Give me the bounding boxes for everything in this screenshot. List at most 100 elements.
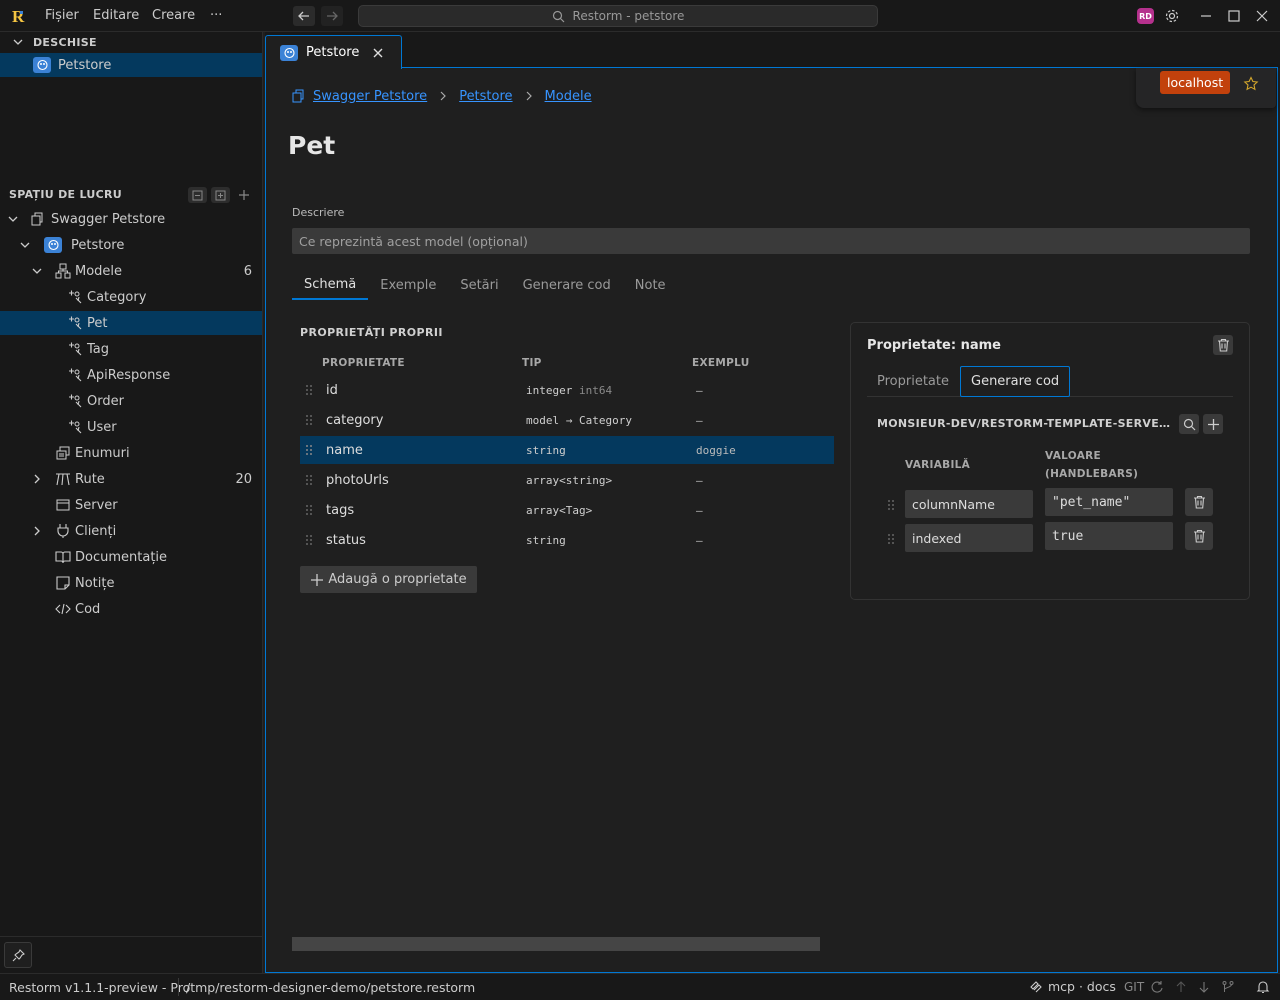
settings-gear-icon[interactable] [1164, 8, 1180, 24]
tab-notes[interactable]: Note [623, 270, 678, 300]
close-window-icon[interactable] [1254, 8, 1270, 24]
chevron-right-icon [526, 91, 532, 101]
template-add-button[interactable] [1203, 414, 1223, 434]
maximize-window-icon[interactable] [1226, 8, 1242, 24]
command-center-search[interactable]: Restorm - petstore [358, 5, 878, 27]
tree-item-routes[interactable]: Rute 20 [0, 467, 262, 491]
tab-petstore[interactable]: Petstore [265, 35, 402, 69]
bell-icon[interactable] [1256, 980, 1270, 994]
collapse-all-icon[interactable] [188, 187, 207, 203]
add-icon[interactable] [234, 187, 253, 203]
open-editors-header[interactable]: DESCHISE [0, 32, 263, 52]
delete-variable-button[interactable] [1185, 488, 1213, 516]
tree-item-models[interactable]: Modele 6 [0, 259, 262, 283]
tree-label: Notițe [75, 575, 115, 591]
workspace-header[interactable]: SPAȚIU DE LUCRU [0, 184, 263, 204]
variable-name-field[interactable]: indexed [905, 524, 1033, 552]
trash-icon [1217, 338, 1229, 352]
tree-item-model[interactable]: ApiResponse [0, 363, 262, 387]
tree-item-model[interactable]: Tag [0, 337, 262, 361]
drag-handle-icon[interactable] [305, 534, 313, 546]
tree-item-enums[interactable]: Enumuri [0, 441, 262, 465]
user-avatar[interactable]: RD [1137, 8, 1154, 24]
tree-item-code[interactable]: Cod [0, 597, 262, 621]
tree-item-notes[interactable]: Notițe [0, 571, 262, 595]
tree-item-model[interactable]: Order [0, 389, 262, 413]
tree-label: Documentație [75, 549, 168, 565]
minimize-window-icon[interactable] [1198, 8, 1214, 24]
chevron-down-icon [13, 39, 23, 45]
drag-handle-icon[interactable] [305, 504, 313, 516]
delete-variable-button[interactable] [1185, 522, 1213, 550]
pin-button[interactable] [4, 942, 32, 968]
tree-item-clients[interactable]: Clienți [0, 519, 262, 543]
menu-edit[interactable]: Editare [93, 8, 139, 23]
breadcrumb-workspace[interactable]: Swagger Petstore [313, 89, 427, 104]
column-header-type: TIP [522, 357, 542, 369]
tab-codegen[interactable]: Generare cod [511, 270, 623, 300]
back-button[interactable] [293, 6, 315, 26]
drag-handle-icon[interactable] [305, 444, 313, 456]
menu-file[interactable]: Fișier [45, 8, 79, 23]
variable-name-field[interactable]: columnName [905, 490, 1033, 518]
star-icon[interactable] [1243, 76, 1259, 92]
new-folder-icon[interactable] [211, 187, 230, 203]
status-bar: Restorm v1.1.1-preview - Pro /tmp/restor… [0, 973, 1280, 1000]
property-type: string [526, 533, 566, 547]
add-property-button[interactable]: Adaugă o proprietate [300, 566, 477, 593]
refresh-icon[interactable] [1150, 980, 1164, 994]
variable-value-field[interactable]: "pet_name" [1045, 488, 1173, 516]
property-row-selected[interactable]: name string doggie [300, 436, 834, 464]
horizontal-scrollbar[interactable] [292, 937, 820, 951]
description-input[interactable] [292, 228, 1250, 254]
tree-label: Petstore [71, 237, 125, 253]
server-badge[interactable]: localhost [1160, 71, 1231, 94]
status-mcp[interactable]: mcp · docs [1029, 979, 1116, 994]
tree-item-workspace-root[interactable]: Swagger Petstore [0, 207, 262, 231]
tab-schema[interactable]: Schemă [292, 270, 369, 300]
drag-handle-icon[interactable] [305, 474, 313, 486]
tree-item-docs[interactable]: Documentație [0, 545, 262, 569]
tree-item-model[interactable]: Category [0, 285, 262, 309]
tree-label: Modele [75, 263, 123, 279]
branch-icon[interactable] [1221, 980, 1235, 994]
tab-label: Petstore [306, 45, 360, 60]
tree-label: Rute [75, 471, 105, 487]
property-row[interactable]: photoUrls array<string> — [300, 466, 834, 494]
property-row[interactable]: id integer int64 — [300, 376, 834, 404]
menu-create[interactable]: Creare [152, 8, 195, 23]
open-item-petstore[interactable]: Petstore [0, 53, 262, 77]
tree-label: Tag [87, 341, 110, 357]
search-icon [552, 10, 564, 22]
tree-item-model[interactable]: User [0, 415, 262, 439]
delete-property-button[interactable] [1213, 335, 1233, 355]
property-row[interactable]: status string — [300, 526, 834, 554]
breadcrumb-api[interactable]: Petstore [459, 89, 512, 104]
status-file-path[interactable]: /tmp/restorm-designer-demo/petstore.rest… [186, 980, 475, 995]
drag-handle-icon[interactable] [887, 533, 895, 545]
panel-title: Proprietate: name [867, 338, 1001, 353]
drag-handle-icon[interactable] [305, 414, 313, 426]
tab-settings[interactable]: Setări [448, 270, 510, 300]
tree-item-server[interactable]: Server [0, 493, 262, 517]
panel-tab-property[interactable]: Proprietate [867, 366, 959, 397]
tree-item-api[interactable]: Petstore [0, 233, 262, 257]
template-search-button[interactable] [1179, 414, 1199, 434]
push-arrow-icon[interactable] [1174, 980, 1188, 994]
close-icon[interactable] [372, 47, 384, 59]
panel-tab-codegen[interactable]: Generare cod [960, 366, 1071, 397]
breadcrumb-models[interactable]: Modele [545, 89, 592, 104]
drag-handle-icon[interactable] [887, 499, 895, 511]
pull-arrow-icon[interactable] [1197, 980, 1211, 994]
property-row[interactable]: tags array<Tag> — [300, 496, 834, 524]
property-row[interactable]: category model → Category — [300, 406, 834, 434]
forward-button[interactable] [321, 6, 343, 26]
menu-more[interactable]: ··· [210, 8, 222, 23]
drag-handle-icon[interactable] [305, 384, 313, 396]
tab-examples[interactable]: Exemple [368, 270, 448, 300]
tree-item-model-selected[interactable]: Pet [0, 311, 262, 335]
workspace-title: SPAȚIU DE LUCRU [9, 187, 122, 201]
variable-value-field[interactable]: true [1045, 522, 1173, 550]
workspace-icon [292, 89, 304, 103]
variable-row: columnName "pet_name" [881, 488, 1221, 518]
